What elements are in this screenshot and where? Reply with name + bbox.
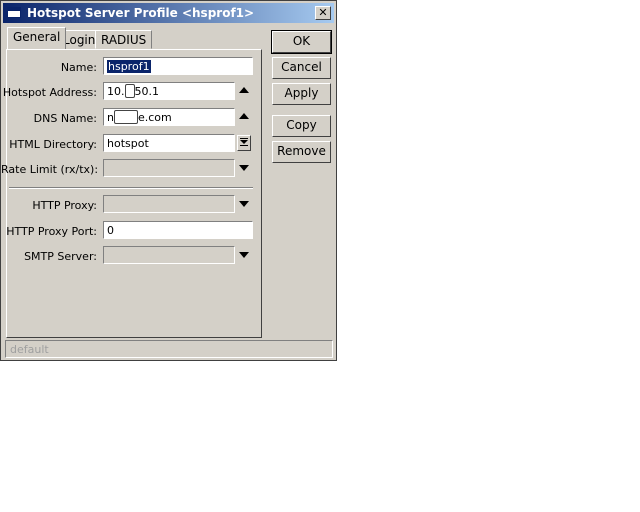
title-bar[interactable]: Hotspot Server Profile <hsprof1> ✕ <box>3 3 334 23</box>
http-proxy-field[interactable] <box>103 195 235 213</box>
collapse-arrow-icon[interactable] <box>239 87 249 93</box>
redaction-mark <box>113 109 138 124</box>
http-proxy-port-label: HTTP Proxy Port: <box>6 225 97 238</box>
html-directory-field[interactable]: hotspot <box>103 134 235 152</box>
http-proxy-port-field[interactable]: 0 <box>103 221 253 239</box>
cancel-button[interactable]: Cancel <box>272 57 331 79</box>
copy-button[interactable]: Copy <box>272 115 331 137</box>
hotspot-address-field[interactable]: 10. 50.1 <box>103 82 235 100</box>
tab-radius[interactable]: RADIUS <box>95 30 153 49</box>
http-proxy-label: HTTP Proxy: <box>32 199 97 212</box>
dns-name-label: DNS Name: <box>33 112 97 125</box>
rate-limit-field[interactable] <box>103 159 235 177</box>
apply-button[interactable]: Apply <box>272 83 331 105</box>
redaction-mark <box>124 83 135 98</box>
window-icon <box>7 7 21 18</box>
name-label: Name: <box>60 61 97 74</box>
remove-button[interactable]: Remove <box>272 141 331 163</box>
hotspot-server-profile-window: Hotspot Server Profile <hsprof1> ✕ Gener… <box>0 0 337 361</box>
name-field[interactable]: hsprof1 <box>103 57 253 75</box>
expand-arrow-icon[interactable] <box>239 165 249 171</box>
smtp-server-label: SMTP Server: <box>24 250 97 263</box>
hotspot-address-suffix: 50.1 <box>134 85 160 98</box>
collapse-arrow-icon[interactable] <box>239 113 249 119</box>
dns-name-suffix: e.com <box>137 111 172 124</box>
html-directory-dropdown-button[interactable] <box>237 135 251 151</box>
status-bar: default <box>5 340 333 358</box>
expand-arrow-icon[interactable] <box>239 201 249 207</box>
expand-arrow-icon[interactable] <box>239 252 249 258</box>
hotspot-address-label: Hotspot Address: <box>2 86 97 99</box>
tab-general[interactable]: General <box>7 27 67 49</box>
ok-button[interactable]: OK <box>271 30 332 54</box>
rate-limit-label: Rate Limit (rx/tx): <box>1 163 99 176</box>
smtp-server-field[interactable] <box>103 246 235 264</box>
dns-name-prefix: n <box>107 111 114 124</box>
dns-name-field[interactable]: n e.com <box>103 108 235 126</box>
window-title: Hotspot Server Profile <hsprof1> <box>27 6 255 20</box>
html-directory-label: HTML Directory: <box>9 138 97 151</box>
hotspot-address-prefix: 10. <box>107 85 125 98</box>
section-divider <box>9 187 253 189</box>
close-button[interactable]: ✕ <box>315 6 331 20</box>
